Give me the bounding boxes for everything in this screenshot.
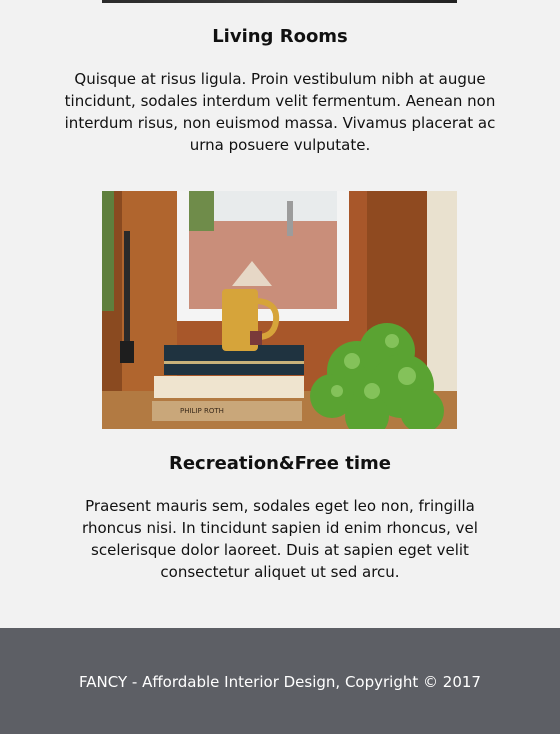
section-title-living-rooms: Living Rooms	[212, 26, 348, 47]
section-title-recreation: Recreation&Free time	[168, 453, 392, 474]
footer-copyright: FANCY - Affordable Interior Design, Copy…	[79, 673, 481, 691]
page: Living Rooms Quisque at risus ligula. Pr…	[0, 0, 560, 734]
book-spine-text: PHILIP ROTH	[180, 407, 224, 415]
section-text-recreation: Praesent mauris sem, sodales eget leo no…	[82, 497, 478, 581]
recreation-photo: PHILIP ROTH	[102, 191, 457, 429]
previous-section-image-edge	[102, 0, 457, 3]
footer: FANCY - Affordable Interior Design, Copy…	[0, 628, 560, 734]
section-text-living-rooms: Quisque at risus ligula. Proin vestibulu…	[64, 70, 496, 154]
